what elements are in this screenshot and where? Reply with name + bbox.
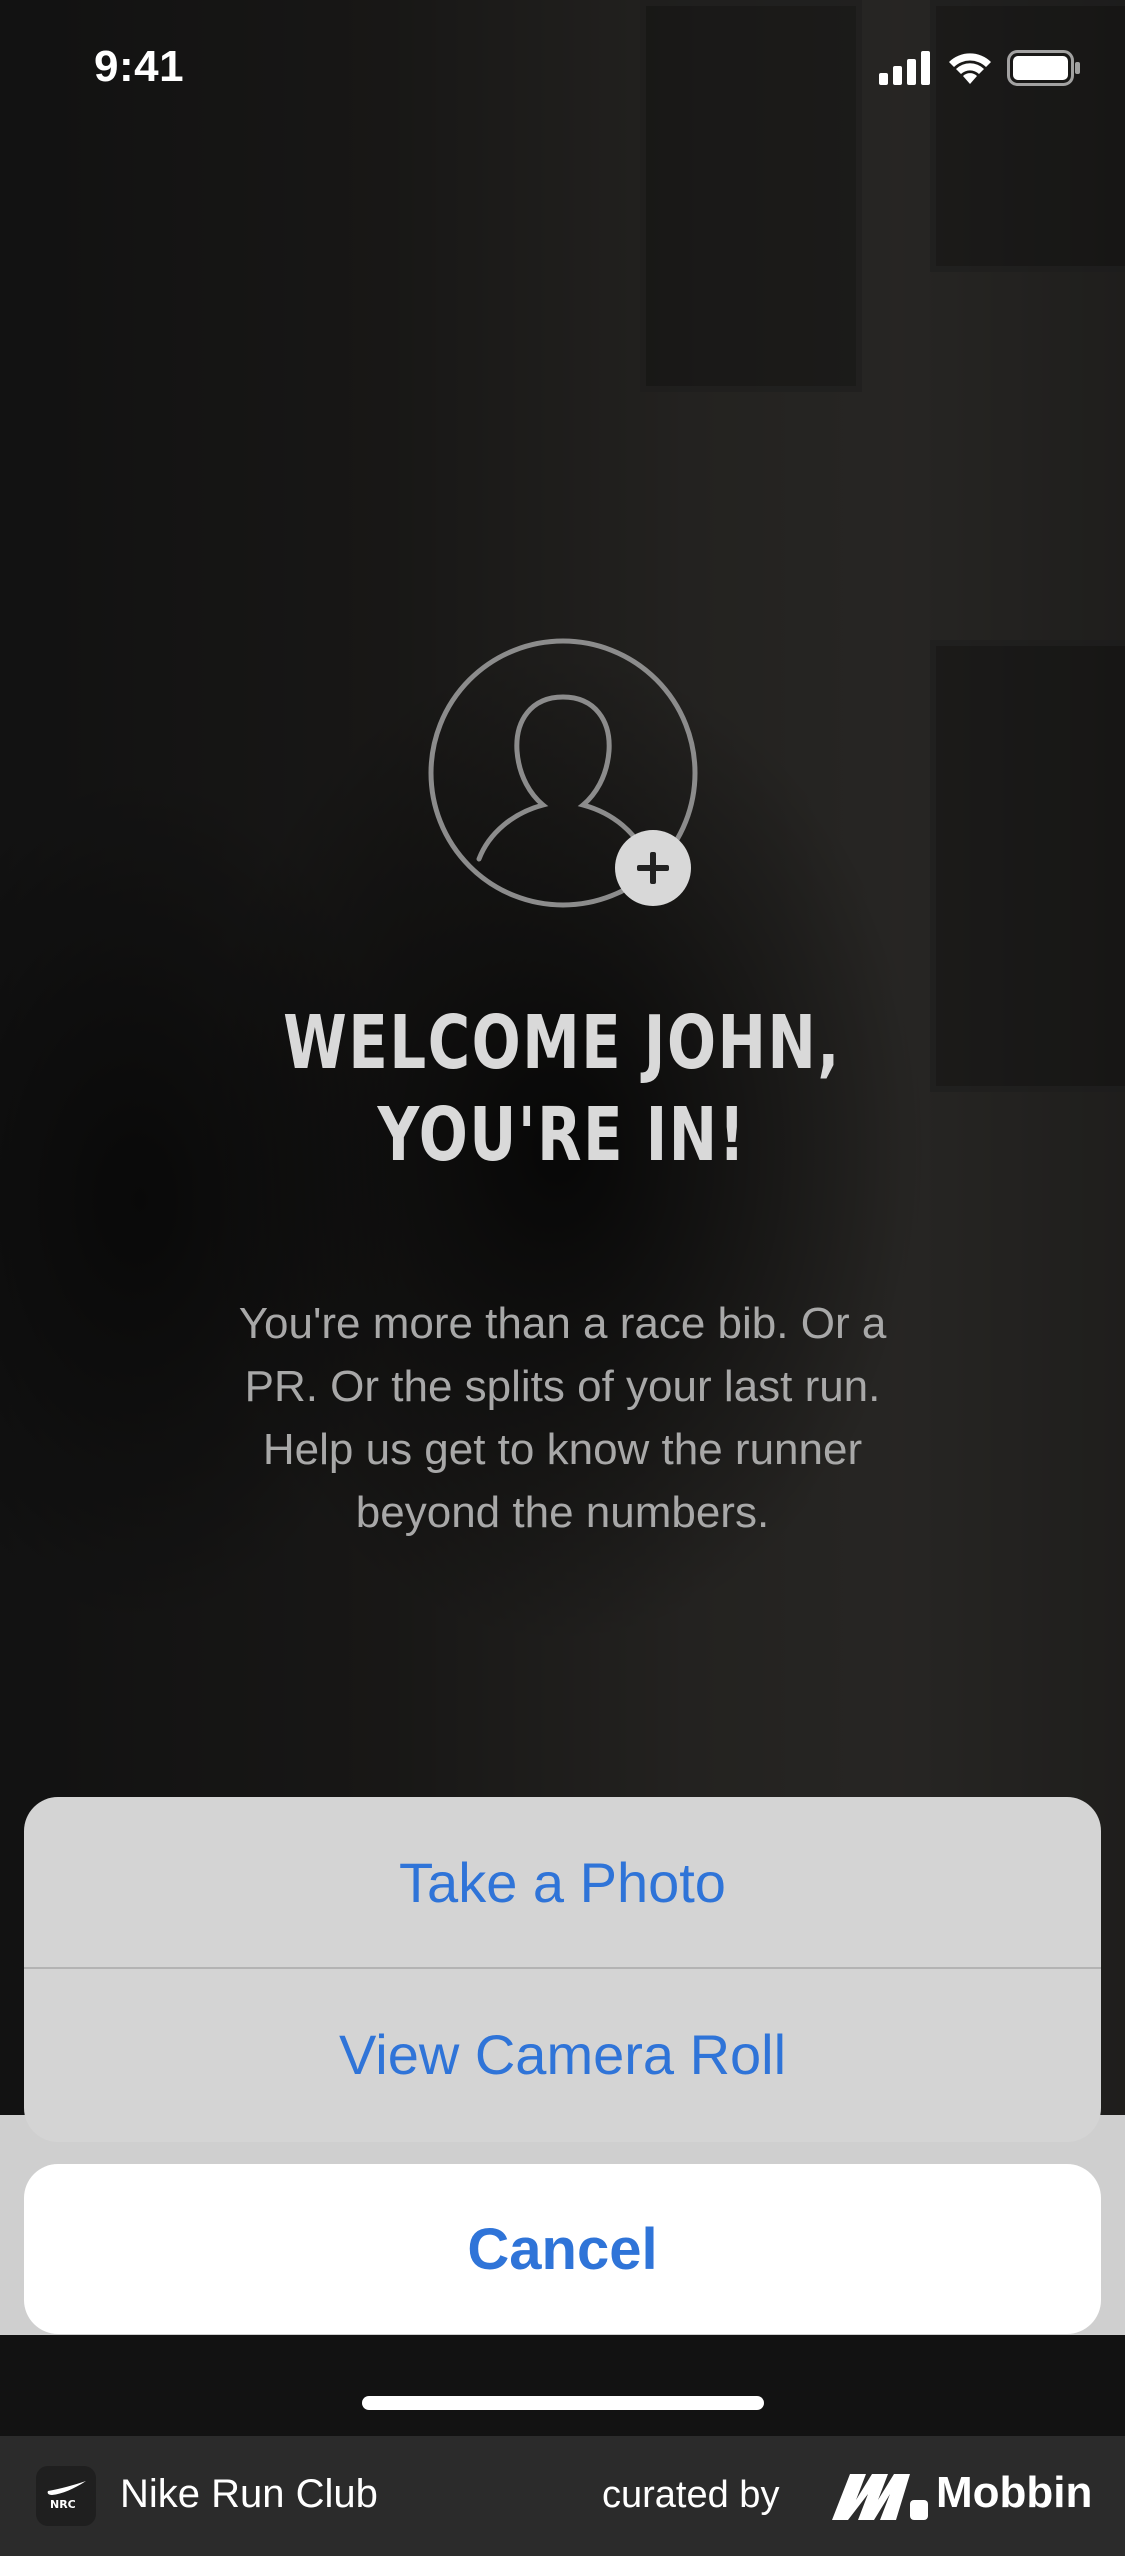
battery-icon — [1007, 50, 1080, 86]
welcome-title-line1: WELCOME JOHN, — [283, 1000, 841, 1086]
bottom-area — [0, 2335, 1125, 2436]
status-time: 9:41 — [94, 42, 185, 91]
mobbin-logo-icon — [832, 2474, 928, 2520]
signal-icon — [879, 51, 930, 85]
cancel-button[interactable]: Cancel — [24, 2164, 1101, 2334]
status-icons — [879, 50, 1081, 86]
wifi-icon — [949, 53, 991, 84]
welcome-title: WELCOME JOHN, YOU'RE IN! — [250, 997, 874, 1181]
attribution-footer: NRC Nike Run Club curated by Mobbin — [0, 2436, 1125, 2556]
footer-app-name: Nike Run Club — [120, 2472, 378, 2516]
take-photo-button[interactable]: Take a Photo — [24, 1797, 1101, 1967]
view-camera-roll-button[interactable]: View Camera Roll — [24, 1969, 1101, 2139]
welcome-title-line2: YOU'RE IN! — [377, 1092, 747, 1178]
home-indicator[interactable] — [362, 2396, 764, 2410]
plus-icon — [637, 852, 669, 884]
svg-text:NRC: NRC — [50, 2498, 76, 2511]
footer-curated-by: curated by — [602, 2474, 780, 2516]
action-sheet-options: Take a Photo View Camera Roll — [24, 1797, 1101, 2142]
add-photo-button[interactable] — [615, 830, 691, 906]
welcome-description: You're more than a race bib. Or a PR. Or… — [238, 1299, 887, 1537]
status-bar: 9:41 — [0, 0, 1125, 140]
footer-brand: Mobbin — [936, 2468, 1093, 2517]
nrc-app-icon: NRC — [36, 2466, 96, 2526]
